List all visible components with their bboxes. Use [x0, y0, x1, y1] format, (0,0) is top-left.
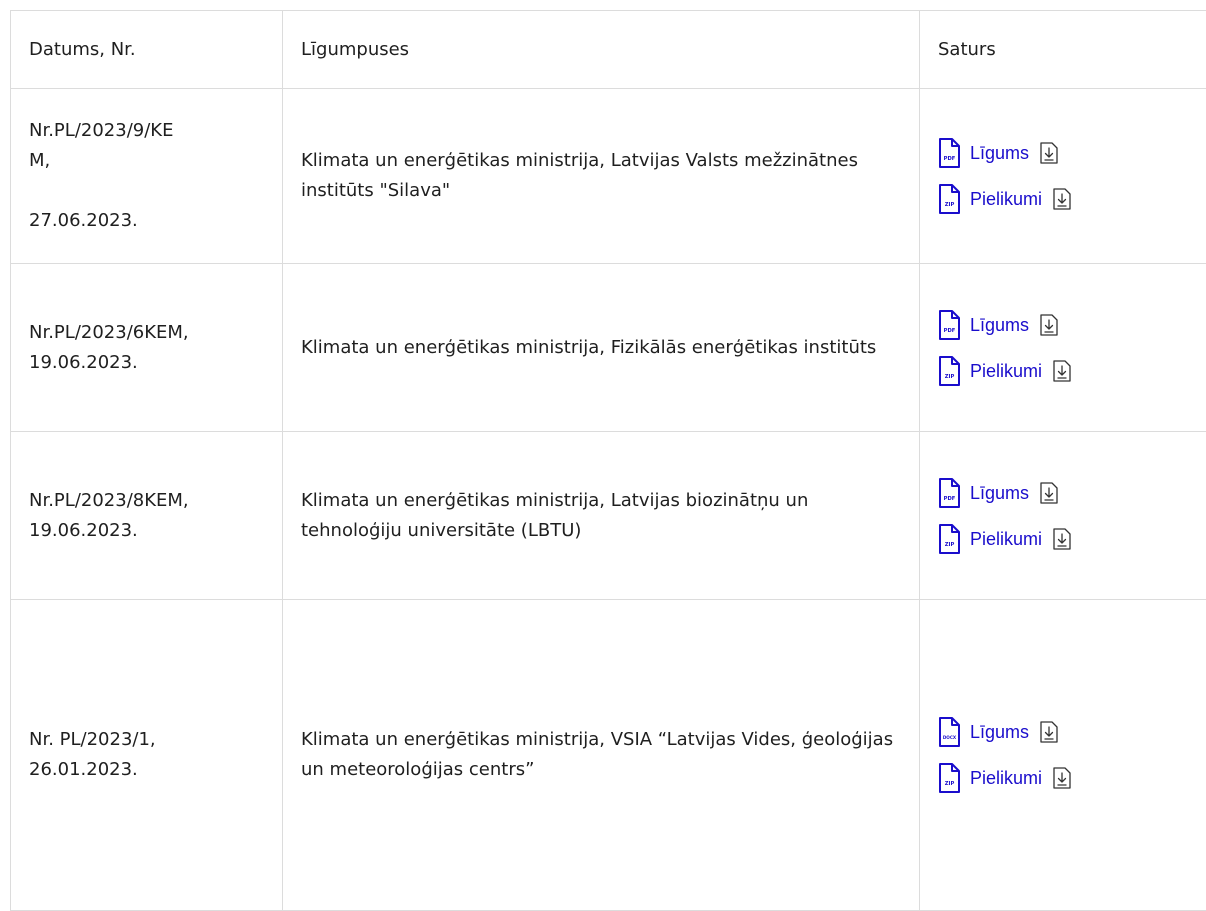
contract-number-date: Nr. PL/2023/1, 26.01.2023.: [29, 725, 264, 785]
file-attachment: ZIP Pielikumi: [938, 758, 1189, 798]
file-type-label: ZIP: [945, 542, 955, 548]
table-header-row: Datums, Nr. Līgumpuses Saturs: [11, 11, 1206, 89]
file-attachment: PDF Līgums: [938, 473, 1189, 513]
files-cell: DOCX Līgums ZIP Pielikumi: [920, 600, 1206, 911]
download-icon[interactable]: [1052, 528, 1072, 550]
file-attachment: ZIP Pielikumi: [938, 179, 1189, 219]
contracts-table: Datums, Nr. Līgumpuses Saturs Nr.PL/2023…: [10, 10, 1206, 911]
file-attachment: ZIP Pielikumi: [938, 519, 1189, 559]
files-cell: PDF Līgums ZIP Pielikumi: [920, 432, 1206, 600]
file-attachment: DOCX Līgums: [938, 712, 1189, 752]
file-link[interactable]: Pielikumi: [970, 763, 1042, 793]
table-row: Nr.PL/2023/9/KE M, 27.06.2023. Klimata u…: [11, 89, 1206, 264]
file-type-label: ZIP: [945, 374, 955, 380]
download-icon[interactable]: [1039, 721, 1059, 743]
file-type-label: PDF: [944, 156, 956, 162]
table-row: Nr.PL/2023/8KEM, 19.06.2023. Klimata un …: [11, 432, 1206, 600]
table-row: Nr. PL/2023/1, 26.01.2023. Klimata un en…: [11, 600, 1206, 911]
file-zip-icon: ZIP: [938, 356, 960, 386]
contract-number-date: Nr.PL/2023/9/KE M, 27.06.2023.: [29, 116, 264, 236]
download-icon[interactable]: [1052, 767, 1072, 789]
file-type-label: DOCX: [943, 735, 957, 740]
table-row: Nr.PL/2023/6KEM, 19.06.2023. Klimata un …: [11, 264, 1206, 432]
file-attachment: PDF Līgums: [938, 305, 1189, 345]
file-link[interactable]: Pielikumi: [970, 184, 1042, 214]
date-cell: Nr.PL/2023/6KEM, 19.06.2023.: [11, 264, 283, 432]
date-cell: Nr.PL/2023/9/KE M, 27.06.2023.: [11, 89, 283, 264]
download-icon[interactable]: [1039, 314, 1059, 336]
download-icon[interactable]: [1052, 188, 1072, 210]
parties-cell: Klimata un enerģētikas ministrija, Fizik…: [283, 264, 920, 432]
file-type-label: PDF: [944, 496, 956, 502]
file-pdf-icon: PDF: [938, 138, 960, 168]
contract-number-date: Nr.PL/2023/8KEM, 19.06.2023.: [29, 486, 264, 546]
file-link[interactable]: Līgums: [970, 310, 1029, 340]
file-pdf-icon: PDF: [938, 478, 960, 508]
download-icon[interactable]: [1039, 482, 1059, 504]
file-link[interactable]: Pielikumi: [970, 524, 1042, 554]
contract-parties: Klimata un enerģētikas ministrija, VSIA …: [301, 729, 893, 780]
header-date: Datums, Nr.: [11, 11, 283, 89]
file-type-label: ZIP: [945, 202, 955, 208]
download-icon[interactable]: [1052, 360, 1072, 382]
header-parties: Līgumpuses: [283, 11, 920, 89]
download-icon[interactable]: [1039, 142, 1059, 164]
file-zip-icon: ZIP: [938, 184, 960, 214]
contract-parties: Klimata un enerģētikas ministrija, Latvi…: [301, 490, 808, 541]
parties-cell: Klimata un enerģētikas ministrija, Latvi…: [283, 432, 920, 600]
parties-cell: Klimata un enerģētikas ministrija, VSIA …: [283, 600, 920, 911]
contract-parties: Klimata un enerģētikas ministrija, Latvi…: [301, 150, 858, 201]
page: Datums, Nr. Līgumpuses Saturs Nr.PL/2023…: [0, 0, 1206, 907]
contract-number-date: Nr.PL/2023/6KEM, 19.06.2023.: [29, 318, 264, 378]
file-docx-icon: DOCX: [938, 717, 960, 747]
date-cell: Nr. PL/2023/1, 26.01.2023.: [11, 600, 283, 911]
file-link[interactable]: Pielikumi: [970, 356, 1042, 386]
header-content: Saturs: [920, 11, 1206, 89]
file-link[interactable]: Līgums: [970, 717, 1029, 747]
date-cell: Nr.PL/2023/8KEM, 19.06.2023.: [11, 432, 283, 600]
file-link[interactable]: Līgums: [970, 138, 1029, 168]
file-attachment: ZIP Pielikumi: [938, 351, 1189, 391]
files-cell: PDF Līgums ZIP Pielikumi: [920, 89, 1206, 264]
files-cell: PDF Līgums ZIP Pielikumi: [920, 264, 1206, 432]
file-link[interactable]: Līgums: [970, 478, 1029, 508]
file-type-label: PDF: [944, 328, 956, 334]
file-pdf-icon: PDF: [938, 310, 960, 340]
file-type-label: ZIP: [945, 781, 955, 787]
contract-parties: Klimata un enerģētikas ministrija, Fizik…: [301, 337, 876, 358]
parties-cell: Klimata un enerģētikas ministrija, Latvi…: [283, 89, 920, 264]
file-zip-icon: ZIP: [938, 524, 960, 554]
file-attachment: PDF Līgums: [938, 133, 1189, 173]
file-zip-icon: ZIP: [938, 763, 960, 793]
